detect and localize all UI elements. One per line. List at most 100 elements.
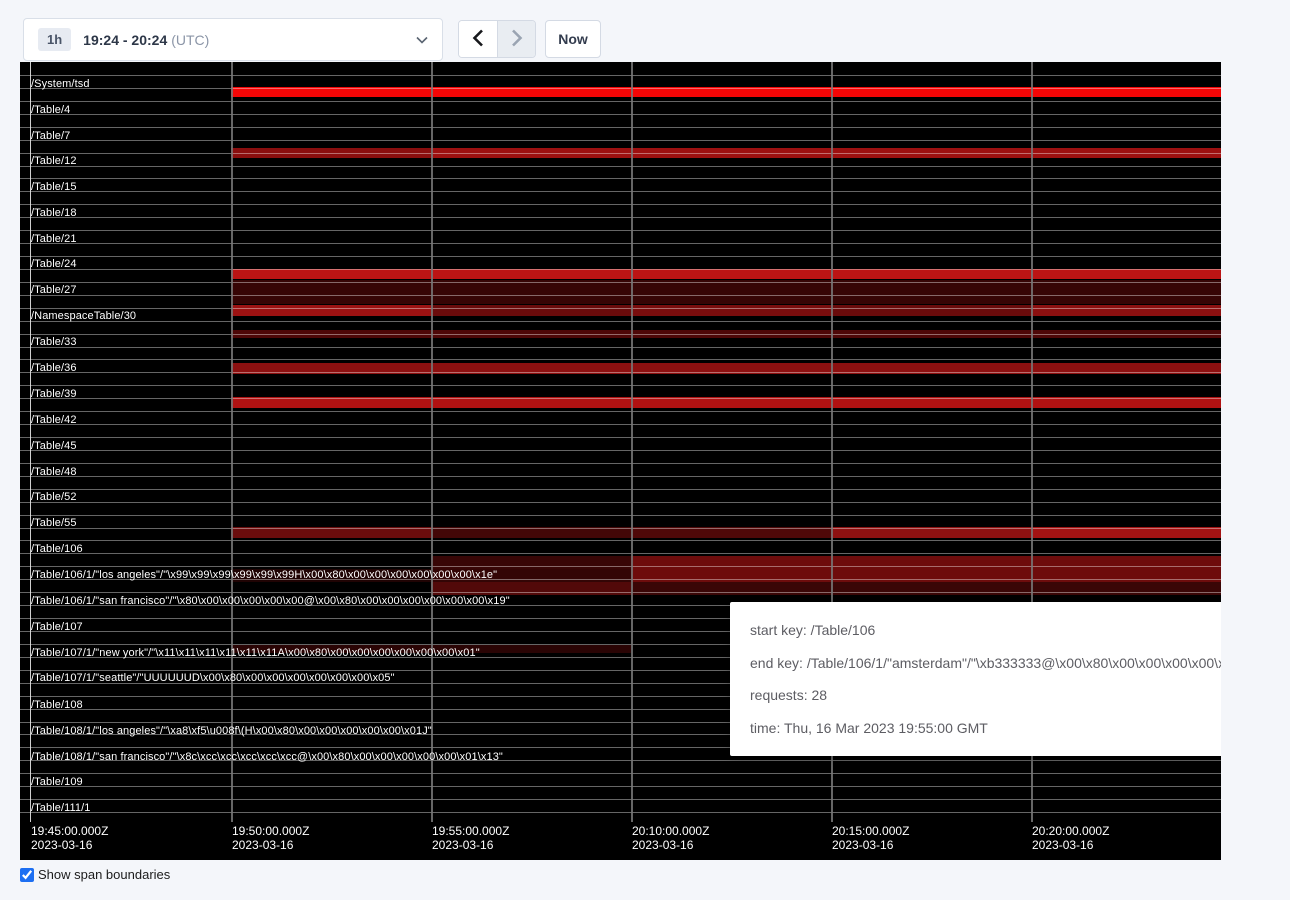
- horizontal-gridline: [20, 476, 1221, 477]
- horizontal-gridline: [20, 463, 1221, 464]
- horizontal-gridline: [20, 398, 1221, 399]
- horizontal-gridline: [20, 282, 1221, 283]
- horizontal-gridline: [20, 437, 1221, 438]
- x-axis-tick: 19:45:00.000Z2023-03-16: [31, 824, 108, 852]
- x-axis-tick: 20:10:00.000Z2023-03-16: [632, 824, 709, 852]
- horizontal-gridline: [20, 566, 1221, 567]
- horizontal-gridline: [20, 385, 1221, 386]
- span-row-label: /Table/39: [31, 388, 77, 400]
- vertical-gridline: [231, 62, 233, 822]
- x-tick-date: 2023-03-16: [632, 838, 709, 852]
- horizontal-gridline: [20, 773, 1221, 774]
- x-tick-time: 20:20:00.000Z: [1032, 824, 1109, 838]
- key-visualizer-heatmap[interactable]: /System/tsd/Table/4/Table/7/Table/12/Tab…: [20, 62, 1221, 860]
- horizontal-gridline: [20, 528, 1221, 529]
- chevron-left-icon: [472, 29, 484, 50]
- span-row-label: /NamespaceTable/30: [31, 310, 136, 322]
- span-row-label: /Table/12: [31, 155, 77, 167]
- heatmap-band[interactable]: [431, 305, 631, 316]
- heatmap-band[interactable]: [631, 305, 831, 316]
- heatmap-band[interactable]: [231, 527, 431, 538]
- heatmap-band[interactable]: [631, 527, 831, 538]
- horizontal-gridline: [20, 799, 1221, 800]
- heatmap-band[interactable]: [231, 280, 1221, 304]
- horizontal-gridline: [20, 308, 1221, 309]
- horizontal-gridline: [20, 166, 1221, 167]
- horizontal-gridline: [20, 411, 1221, 412]
- horizontal-gridline: [20, 217, 1221, 218]
- horizontal-gridline: [20, 321, 1221, 322]
- horizontal-gridline: [20, 114, 1221, 115]
- next-time-button[interactable]: [497, 21, 535, 57]
- horizontal-gridline: [20, 75, 1221, 76]
- horizontal-gridline: [20, 540, 1221, 541]
- horizontal-gridline: [20, 347, 1221, 348]
- prev-time-button[interactable]: [459, 21, 497, 57]
- heatmap-band[interactable]: [1031, 527, 1221, 538]
- tooltip-time: time: Thu, 16 Mar 2023 19:55:00 GMT: [750, 720, 1221, 736]
- span-row-label: /Table/109: [31, 776, 83, 788]
- x-tick-date: 2023-03-16: [1032, 838, 1109, 852]
- show-span-boundaries-control[interactable]: Show span boundaries: [20, 867, 170, 882]
- horizontal-gridline: [20, 786, 1221, 787]
- span-row-label: /Table/15: [31, 181, 77, 193]
- span-row-label: /Table/107: [31, 621, 83, 633]
- span-row-label: /Table/7: [31, 130, 70, 142]
- tooltip-end-key: end key: /Table/106/1/"amsterdam"/"\xb33…: [750, 655, 1221, 671]
- span-row-label: /Table/4: [31, 104, 70, 116]
- horizontal-gridline: [20, 515, 1221, 516]
- time-range-text: 19:24 - 20:24: [83, 32, 167, 48]
- horizontal-gridline: [20, 812, 1221, 813]
- span-row-label: /Table/36: [31, 362, 77, 374]
- span-row-label: /Table/52: [31, 491, 77, 503]
- heatmap-band[interactable]: [431, 527, 631, 538]
- now-button[interactable]: Now: [545, 20, 601, 58]
- horizontal-gridline: [20, 127, 1221, 128]
- span-row-label: /Table/27: [31, 284, 77, 296]
- x-axis-tick: 20:20:00.000Z2023-03-16: [1032, 824, 1109, 852]
- span-row-label: /Table/108/1/"san francisco"/"\x8c\xcc\x…: [31, 751, 503, 763]
- heatmap-band[interactable]: [831, 305, 1031, 316]
- horizontal-gridline: [20, 140, 1221, 141]
- horizontal-gridline: [20, 269, 1221, 270]
- span-row-label: /Table/42: [31, 414, 77, 426]
- span-row-label: /Table/18: [31, 207, 77, 219]
- horizontal-gridline: [20, 334, 1221, 335]
- horizontal-gridline: [20, 489, 1221, 490]
- horizontal-gridline: [20, 256, 1221, 257]
- heatmap-band[interactable]: [831, 527, 1031, 538]
- horizontal-gridline: [20, 450, 1221, 451]
- horizontal-gridline: [20, 153, 1221, 154]
- heatmap-tooltip: start key: /Table/106 end key: /Table/10…: [730, 602, 1221, 756]
- x-tick-time: 19:55:00.000Z: [432, 824, 509, 838]
- heatmap-band[interactable]: [231, 269, 1221, 279]
- time-range-picker[interactable]: 1h 19:24 - 20:24 (UTC): [23, 18, 443, 61]
- span-row-label: /Table/107/1/"seattle"/"UUUUUUD\x00\x80\…: [31, 672, 395, 684]
- span-row-label: /Table/108/1/"los angeles"/"\xa8\xf5\u00…: [31, 725, 432, 737]
- x-axis-tick: 19:55:00.000Z2023-03-16: [432, 824, 509, 852]
- horizontal-gridline: [20, 592, 1221, 593]
- span-row-label: /Table/106: [31, 543, 83, 555]
- show-span-boundaries-label: Show span boundaries: [38, 867, 170, 882]
- x-tick-time: 19:45:00.000Z: [31, 824, 108, 838]
- span-row-label: /Table/106/1/"los angeles"/"\x99\x99\x99…: [31, 569, 497, 581]
- x-tick-time: 19:50:00.000Z: [232, 824, 309, 838]
- x-tick-date: 2023-03-16: [432, 838, 509, 852]
- x-tick-date: 2023-03-16: [832, 838, 909, 852]
- span-row-label: /Table/21: [31, 233, 77, 245]
- horizontal-gridline: [20, 295, 1221, 296]
- show-span-boundaries-checkbox[interactable]: [20, 868, 34, 882]
- horizontal-gridline: [20, 502, 1221, 503]
- horizontal-gridline: [20, 230, 1221, 231]
- x-axis-tick: 19:50:00.000Z2023-03-16: [232, 824, 309, 852]
- time-preset-badge: 1h: [38, 28, 71, 51]
- key-visualizer-page: 1h 19:24 - 20:24 (UTC) Now /System/tsd/T…: [0, 0, 1290, 900]
- horizontal-gridline: [20, 359, 1221, 360]
- vertical-gridline: [431, 62, 433, 822]
- chevron-right-icon: [511, 29, 523, 50]
- heatmap-band[interactable]: [1031, 305, 1221, 316]
- horizontal-gridline: [20, 372, 1221, 373]
- x-tick-date: 2023-03-16: [232, 838, 309, 852]
- horizontal-gridline: [20, 204, 1221, 205]
- heatmap-band[interactable]: [231, 305, 431, 316]
